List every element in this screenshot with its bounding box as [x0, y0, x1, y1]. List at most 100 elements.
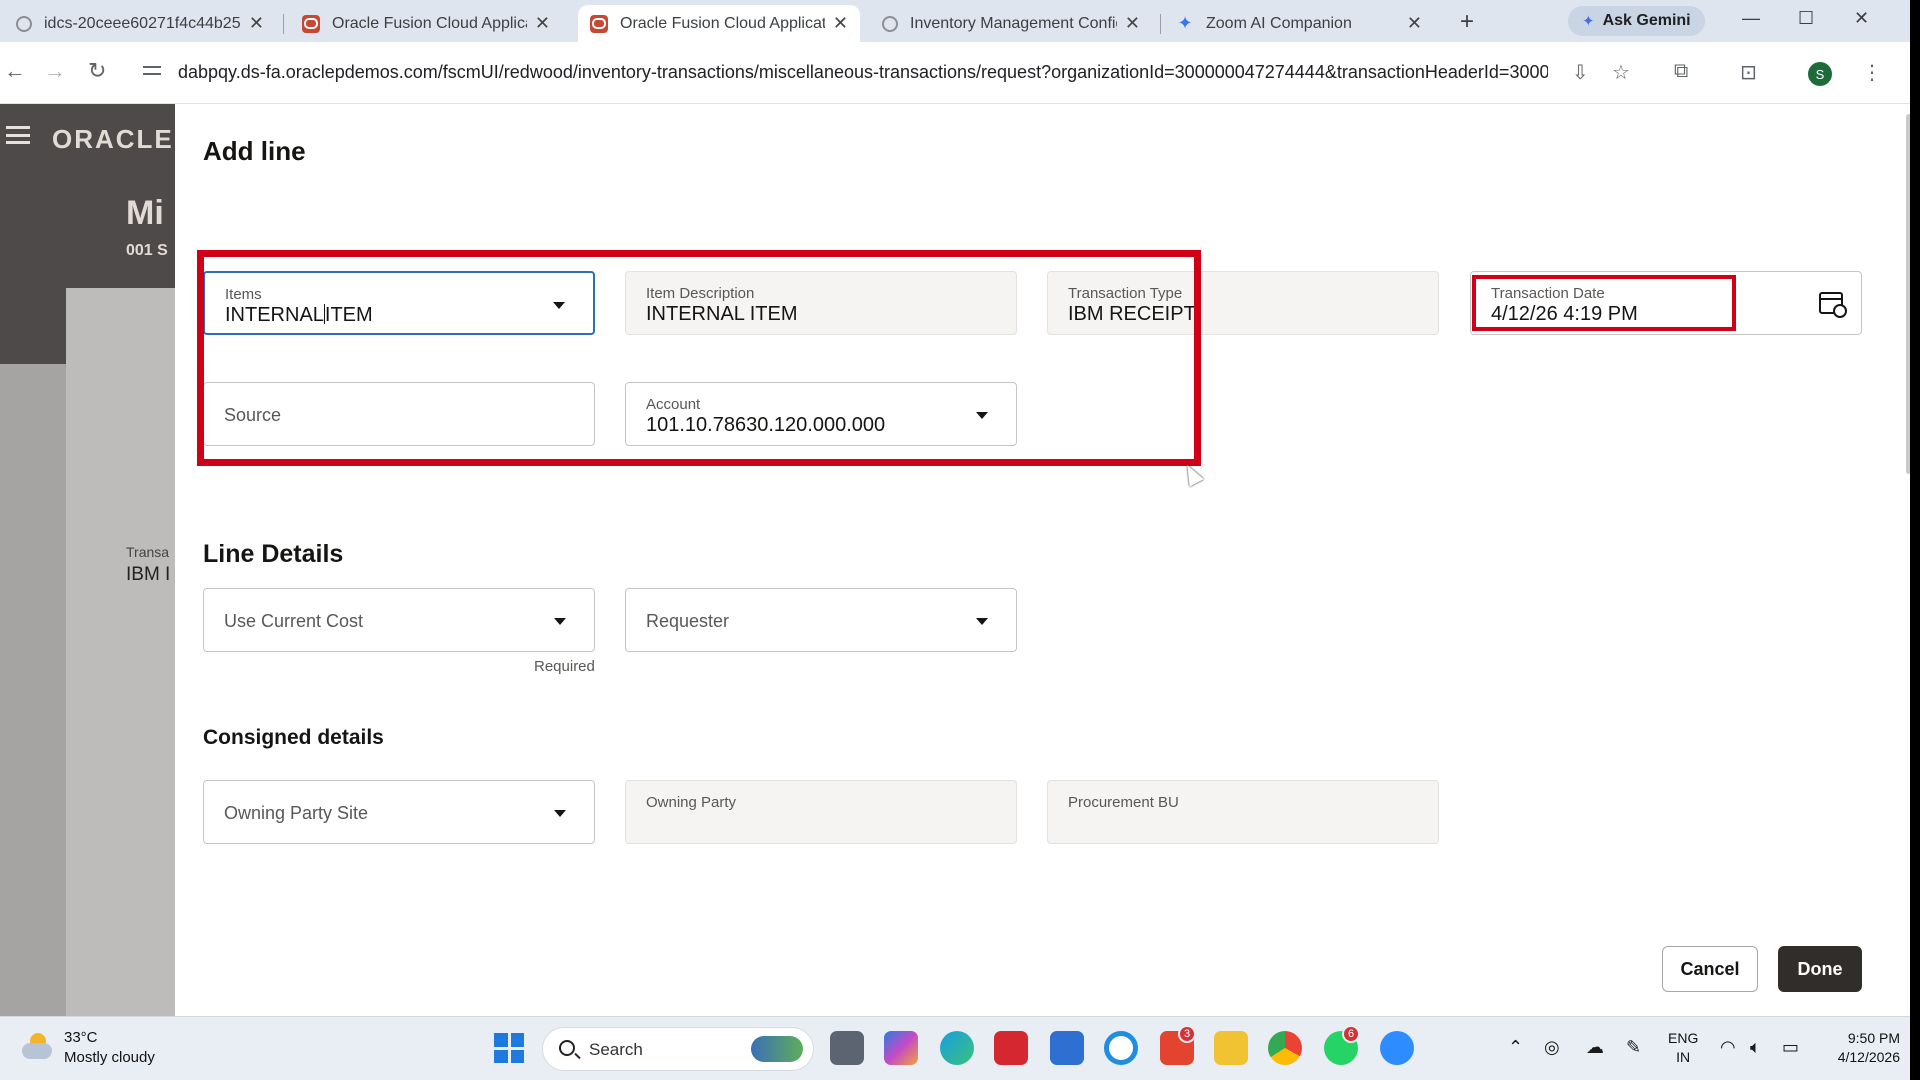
taskbar-search[interactable]: Search	[542, 1027, 814, 1071]
battery-icon[interactable]: ▭	[1782, 1037, 1799, 1058]
tab-oracle-fusion-1[interactable]: Oracle Fusion Cloud Applicati ✕	[290, 5, 562, 42]
clock-date: 4/12/2026	[1837, 1049, 1900, 1065]
volume-icon[interactable]: 🔈︎	[1750, 1037, 1761, 1058]
close-icon[interactable]: ✕	[1407, 13, 1422, 34]
use-current-cost-select[interactable]: Use Current Cost	[203, 588, 595, 652]
search-highlight-icon	[751, 1036, 803, 1062]
forward-icon[interactable]: →	[44, 58, 66, 84]
close-icon[interactable]: ✕	[535, 13, 550, 34]
wifi-icon[interactable]: ◠	[1720, 1037, 1736, 1058]
search-icon	[559, 1040, 575, 1056]
owning-party-field: Owning Party	[625, 780, 1017, 844]
install-app-icon[interactable]: ⇩	[1572, 60, 1589, 85]
chevron-down-icon[interactable]	[554, 618, 566, 625]
notification-badge: 6	[1342, 1025, 1360, 1043]
file-explorer-icon[interactable]	[1214, 1031, 1248, 1065]
zoom-icon[interactable]	[1380, 1031, 1414, 1065]
drawer-title: Add line	[203, 136, 306, 166]
tab-title: Oracle Fusion Cloud Applicati	[332, 14, 527, 32]
consigned-details-title: Consigned details	[203, 726, 384, 749]
ask-gemini-button[interactable]: ✦ Ask Gemini	[1568, 6, 1705, 36]
screen: idcs-20ceee60271f4c44b2503l ✕ Oracle Fus…	[0, 0, 1920, 1080]
clock[interactable]: 9:50 PM 4/12/2026	[1822, 1029, 1900, 1067]
add-line-drawer: Add line Items INTERNALITEM Item Descrip…	[175, 104, 1920, 1016]
window-close-icon[interactable]: ✕	[1854, 8, 1869, 29]
pen-icon[interactable]: ✎	[1626, 1037, 1641, 1058]
profile-avatar[interactable]: S	[1808, 62, 1832, 86]
lang-bottom: IN	[1676, 1049, 1691, 1065]
maximize-icon[interactable]: ☐	[1798, 8, 1814, 29]
line-details-title: Line Details	[203, 540, 344, 568]
requester-label: Requester	[646, 611, 730, 631]
address-bar[interactable]: dabpqy.ds-fa.oraclepdemos.com/fscmUI/red…	[178, 62, 1548, 83]
tab-title: Oracle Fusion Cloud Applicati	[620, 14, 825, 32]
onedrive-icon[interactable]: ☁	[1586, 1037, 1604, 1058]
cancel-button[interactable]: Cancel	[1662, 946, 1758, 992]
browser-toolbar: ← → ↻ dabpqy.ds-fa.oraclepdemos.com/fscm…	[0, 42, 1920, 104]
tab-inventory-config[interactable]: Inventory Management Config ✕	[870, 5, 1152, 42]
requester-select[interactable]: Requester	[625, 588, 1017, 652]
task-view-icon[interactable]	[830, 1031, 864, 1065]
weather-icon[interactable]	[22, 1033, 52, 1059]
hamburger-menu-icon	[6, 126, 30, 144]
procurement-bu-label: Procurement BU	[1068, 794, 1179, 811]
edge-browser-icon[interactable]	[940, 1031, 974, 1065]
cortana-icon[interactable]	[1104, 1031, 1138, 1065]
tab-idcs[interactable]: idcs-20ceee60271f4c44b2503l ✕	[4, 5, 276, 42]
tab-title: Zoom AI Companion	[1206, 14, 1352, 32]
gemini-label: Ask Gemini	[1602, 12, 1691, 29]
background-page-title: Mi	[126, 194, 164, 232]
extensions-icon[interactable]: ⧉	[1674, 60, 1688, 83]
tab-title: idcs-20ceee60271f4c44b2503l	[44, 14, 241, 32]
tab-oracle-fusion-2[interactable]: Oracle Fusion Cloud Applicati ✕	[578, 5, 860, 42]
background-field-value: IBM I	[126, 564, 171, 585]
microsoft-store-icon[interactable]	[1050, 1031, 1084, 1065]
chrome-icon[interactable]	[1268, 1031, 1302, 1065]
tab-title: Inventory Management Config	[910, 14, 1117, 32]
oracle-icon	[590, 14, 608, 33]
weather-desc[interactable]: Mostly cloudy	[64, 1049, 155, 1066]
taskbar: 33°C Mostly cloudy Search 3 6 ⌃ ◎ ☁ ✎ EN…	[0, 1016, 1920, 1080]
gemini-icon: ✦	[1582, 13, 1595, 30]
more-menu-icon[interactable]: ⋮	[1862, 60, 1882, 85]
minimize-icon[interactable]: —	[1742, 8, 1760, 29]
copilot-icon[interactable]	[884, 1031, 918, 1065]
weather-temp[interactable]: 33°C	[64, 1029, 98, 1046]
new-tab-icon[interactable]: +	[1460, 8, 1474, 36]
background-app: ORACLE Mi 001 S Transa IBM I	[0, 104, 175, 1016]
idcs-icon	[16, 15, 32, 32]
oracle-icon	[302, 14, 320, 33]
procurement-bu-field: Procurement BU	[1047, 780, 1439, 844]
search-tab-icon[interactable]: ⊡	[1740, 60, 1757, 85]
taskbar-search-label: Search	[589, 1040, 643, 1059]
background-strip	[0, 364, 66, 1016]
tab-zoom-ai[interactable]: ✦ Zoom AI Companion ✕	[1164, 5, 1434, 42]
clock-time: 9:50 PM	[1847, 1030, 1900, 1046]
chevron-up-icon[interactable]: ⌃	[1508, 1037, 1523, 1058]
tab-separator	[283, 14, 284, 34]
chevron-down-icon[interactable]	[976, 618, 988, 625]
highlight-box	[197, 250, 1201, 466]
owning-party-label: Owning Party	[646, 794, 737, 811]
reload-icon[interactable]: ↻	[88, 58, 106, 84]
mcafee-icon[interactable]	[994, 1031, 1028, 1065]
globe-icon	[882, 15, 898, 32]
required-text: Required	[534, 658, 595, 675]
close-icon[interactable]: ✕	[1125, 13, 1140, 34]
background-panel: Transa IBM I	[66, 288, 175, 1016]
site-info-icon[interactable]	[143, 62, 161, 78]
bookmark-star-icon[interactable]: ☆	[1612, 60, 1630, 85]
language-indicator[interactable]: ENG IN	[1668, 1029, 1698, 1067]
close-icon[interactable]: ✕	[833, 13, 848, 34]
done-button[interactable]: Done	[1778, 946, 1862, 992]
chevron-down-icon[interactable]	[554, 810, 566, 817]
background-field-label: Transa	[126, 544, 170, 560]
browser-tab-strip: idcs-20ceee60271f4c44b2503l ✕ Oracle Fus…	[0, 0, 1920, 42]
back-icon[interactable]: ←	[4, 58, 26, 84]
calendar-icon[interactable]	[1819, 292, 1847, 318]
owning-party-site-select[interactable]: Owning Party Site	[203, 780, 595, 844]
sync-icon[interactable]: ◎	[1544, 1037, 1560, 1058]
close-icon[interactable]: ✕	[249, 13, 264, 34]
lang-top: ENG	[1668, 1030, 1699, 1046]
windows-start-icon[interactable]	[494, 1033, 524, 1063]
